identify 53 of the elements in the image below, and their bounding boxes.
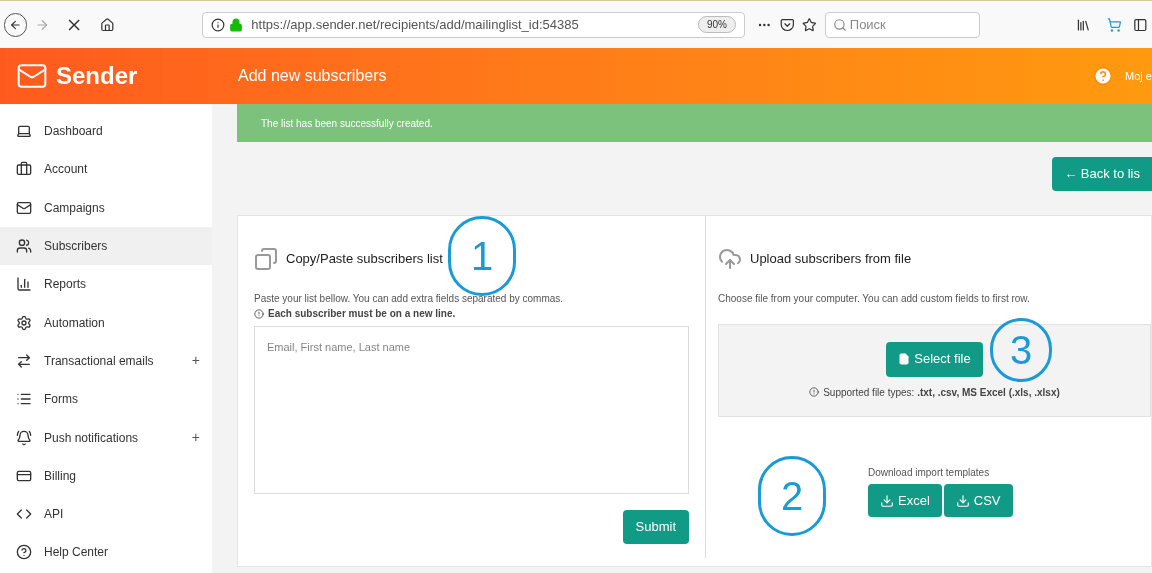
sidebar-item[interactable]: Reports	[0, 265, 212, 304]
expand-mark[interactable]: +	[191, 427, 200, 448]
sidebar-item[interactable]: Help Center	[0, 533, 212, 572]
sidebar-item[interactable]: Dashboard	[0, 112, 212, 151]
success-alert: The list has been successfully created.	[237, 104, 1152, 142]
bell-icon	[16, 429, 32, 446]
home-icon[interactable]	[99, 16, 115, 33]
sidebar-item[interactable]: Push notifications +	[0, 418, 212, 457]
sidebar-icon[interactable]	[1133, 16, 1148, 33]
expand-mark[interactable]: +	[191, 350, 200, 372]
panel-description: Choose file from your computer. You can add custom fields to first row.	[718, 292, 1031, 306]
people-icon	[16, 238, 32, 255]
file-icon	[898, 353, 911, 365]
zoom-badge[interactable]: 90%	[697, 16, 736, 33]
sidebar-item[interactable]: Automation	[0, 303, 212, 342]
cloud-upload-icon	[718, 247, 742, 271]
templates-label: Download import templates	[868, 466, 990, 480]
download-icon	[880, 493, 894, 508]
address-bar[interactable]: https://app.sender.net/recipients/add/mailinglist_id:54385 90%	[202, 11, 745, 38]
pocket-icon[interactable]	[779, 16, 795, 33]
page-title: Add new subscribers	[238, 66, 388, 86]
panel-title: Copy/Paste subscribers list	[286, 250, 443, 269]
lock-icon	[229, 17, 244, 32]
info-icon	[254, 308, 264, 319]
briefcase-icon	[16, 161, 32, 178]
note-text: Each subscriber must be on a new line.	[268, 307, 456, 321]
sidebar-item[interactable]: Subscribers	[0, 226, 212, 266]
envelope-icon	[16, 199, 32, 216]
sidebar-item[interactable]: Billing	[0, 456, 212, 495]
info-icon	[809, 387, 820, 397]
bar-chart-icon	[16, 276, 32, 293]
laptop-icon	[16, 123, 32, 140]
subscribers-textarea[interactable]: Email, First name, Last name	[254, 326, 689, 494]
logo-text: Sender	[56, 61, 138, 91]
search-field[interactable]: Поиск	[824, 11, 981, 38]
gear-icon	[16, 314, 32, 331]
url-text: https://app.sender.net/recipients/add/mailinglist_id:54385	[251, 15, 580, 34]
sidebar-item[interactable]: API	[0, 494, 212, 534]
swap-arrows-icon	[16, 352, 32, 369]
cart-icon[interactable]	[1106, 16, 1122, 33]
search-icon	[832, 17, 847, 32]
info-icon[interactable]	[211, 17, 226, 32]
star-icon[interactable]	[802, 16, 817, 33]
sidebar-item[interactable]: Transactional emails +	[0, 341, 212, 381]
sidebar-item[interactable]: Account	[0, 150, 212, 189]
sidebar-item[interactable]: Campaigns	[0, 188, 212, 227]
sidebar-item[interactable]: Forms	[0, 380, 212, 419]
help-icon	[16, 544, 32, 561]
copy-icon	[254, 247, 278, 271]
supported-types-text: Supported file types: .txt, .csv, MS Excel (.xls, .xlsx)	[823, 385, 1060, 400]
library-icon[interactable]	[1076, 16, 1091, 33]
panel-title: Upload subscribers from file	[750, 250, 912, 269]
download-icon	[955, 493, 970, 508]
